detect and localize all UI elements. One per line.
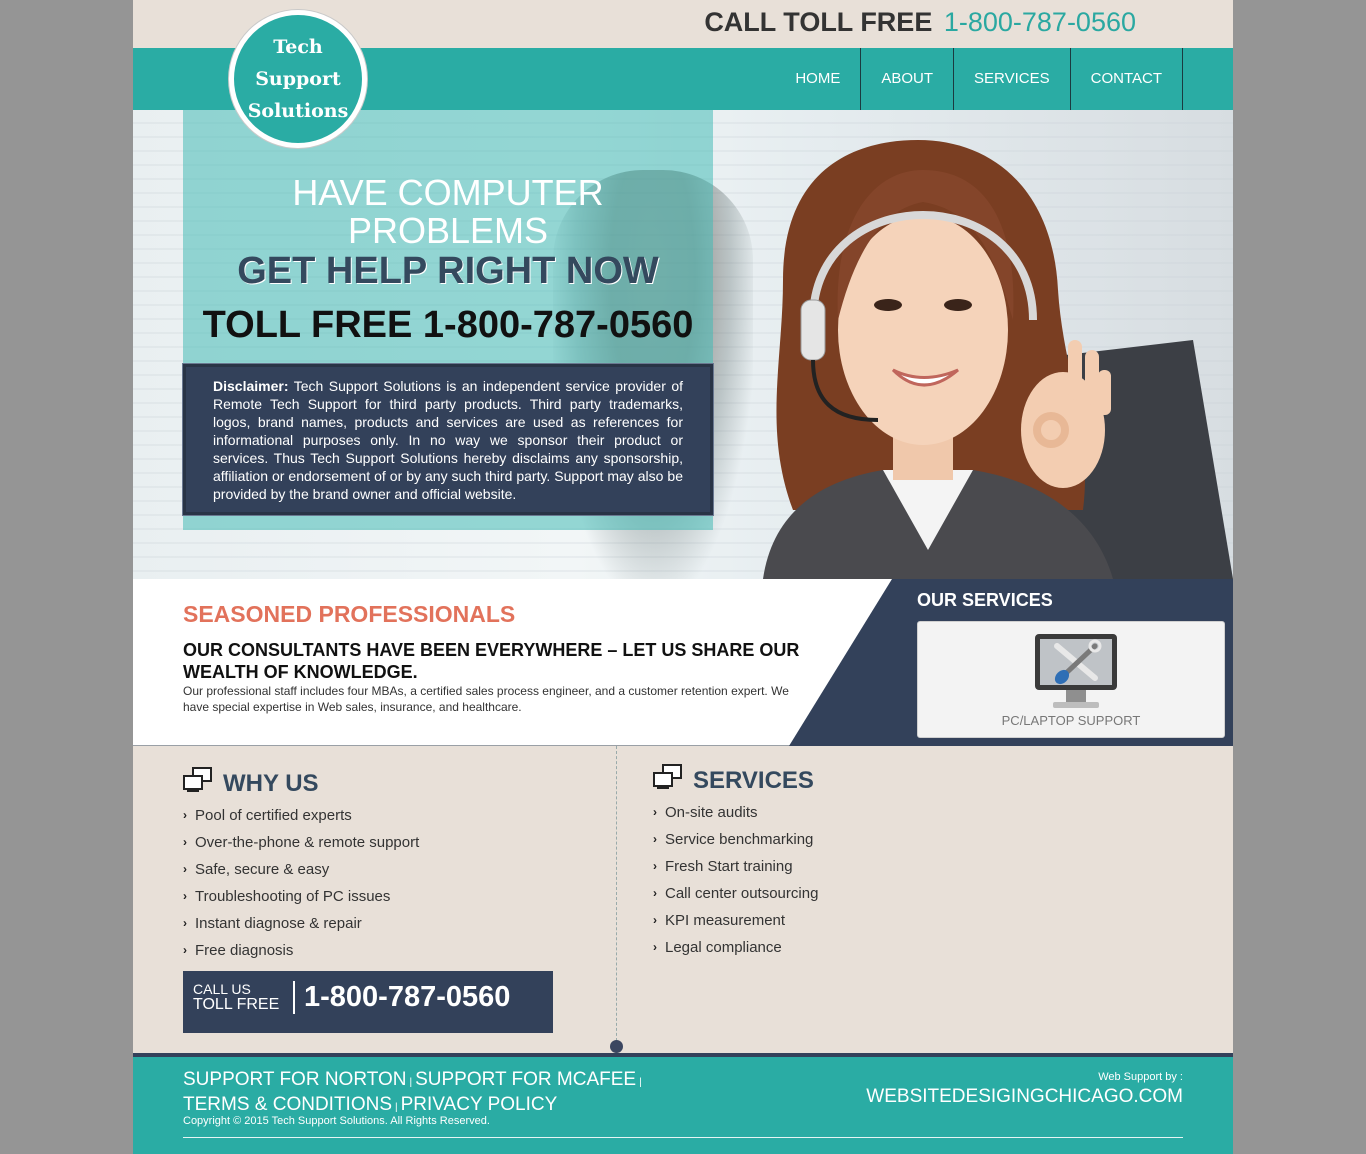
chevron-right-icon: › [183, 889, 187, 903]
list-item: › Over-the-phone & remote support [183, 829, 419, 856]
why-us-list: › Pool of certified experts › Over-the-pho… [183, 802, 419, 964]
disclaimer-text: Tech Support Solutions is an independent… [213, 378, 683, 502]
disclaimer-box: Disclaimer: Tech Support Solutions is an… [183, 364, 713, 515]
service-card-pc-laptop[interactable]: PC/LAPTOP SUPPORT [917, 621, 1225, 738]
nav-about[interactable]: ABOUT [861, 48, 955, 110]
footer-link-norton[interactable]: SUPPORT FOR NORTON [183, 1069, 406, 1090]
list-item: › Safe, secure & easy [183, 856, 419, 883]
footer-link-privacy[interactable]: PRIVACY POLICY [401, 1094, 558, 1115]
chevron-right-icon: › [653, 886, 657, 900]
our-services-title: OUR SERVICES [917, 590, 1053, 610]
list-item: › Fresh Start training [653, 853, 818, 880]
copyright: Copyright © 2015 Tech Support Solutions.… [183, 1115, 490, 1127]
disclaimer-label: Disclaimer: [213, 378, 289, 394]
professionals-strip: SEASONED PROFESSIONALS OUR CONSULTANTS H… [133, 579, 1233, 746]
chevron-right-icon: › [653, 832, 657, 846]
nav-home[interactable]: HOME [795, 48, 862, 110]
list-item: › Instant diagnose & repair [183, 910, 419, 937]
service-card-label: PC/LAPTOP SUPPORT [1001, 713, 1141, 728]
services-title: SERVICES [653, 764, 814, 797]
web-support-link[interactable]: WEBSITEDESIGINGCHICAGO.COM [866, 1086, 1183, 1108]
site-logo[interactable]: Tech Support Solutions [229, 10, 367, 148]
link-separator: | [409, 1077, 413, 1088]
link-separator: | [395, 1102, 398, 1113]
chevron-right-icon: › [653, 913, 657, 927]
main-nav: HOME ABOUT SERVICES CONTACT [795, 48, 1183, 110]
logo-line3: Solutions [247, 100, 349, 122]
site-footer: SUPPORT FOR NORTON | SUPPORT FOR MCAFEE | T… [133, 1053, 1233, 1154]
web-support-label: Web Support by : [1098, 1071, 1183, 1083]
list-item: › On-site audits [653, 799, 818, 826]
hero-subheadline: GET HELP RIGHT NOW [237, 250, 659, 292]
logo-line2: Support [255, 68, 341, 90]
divider [293, 981, 295, 1014]
chevron-right-icon: › [183, 808, 187, 822]
section-paragraph: Our professional staff includes four MBA… [183, 684, 789, 714]
column-divider [616, 746, 617, 1046]
footer-link-mcafee[interactable]: SUPPORT FOR MCAFEE [415, 1069, 636, 1090]
services-title-text: SERVICES [693, 766, 814, 794]
chevron-right-icon: › [183, 835, 187, 849]
list-item: › Troubleshooting of PC issues [183, 883, 419, 910]
footer-rule [183, 1137, 1183, 1138]
chevron-right-icon: › [183, 916, 187, 930]
chevron-right-icon: › [653, 940, 657, 954]
footer-links: SUPPORT FOR NORTON | SUPPORT FOR MCAFEE | T… [183, 1069, 645, 1119]
chevron-right-icon: › [653, 859, 657, 873]
list-item: › Free diagnosis [183, 937, 419, 964]
call-us-box[interactable]: CALL US TOLL FREE 1-800-787-0560 [183, 971, 553, 1033]
services-list: › On-site audits › Service benchmarking › F… [653, 799, 818, 961]
hero-headline: HAVE COMPUTER PROBLEMS [183, 174, 713, 250]
list-item: › Service benchmarking [653, 826, 818, 853]
section-heading: SEASONED PROFESSIONALS [183, 601, 516, 627]
call-us-phone[interactable]: 1-800-787-0560 [304, 981, 510, 1014]
header-phone-link[interactable]: 1-800-787-0560 [944, 7, 1136, 37]
section-subheading: OUR CONSULTANTS HAVE BEEN EVERYWHERE – L… [183, 640, 800, 682]
hero-headline-line1: HAVE COMPUTER [292, 172, 604, 213]
support-agent-image [763, 140, 1233, 579]
hero-toll-free-number[interactable]: TOLL FREE 1-800-787-0560 [183, 304, 713, 347]
hero-headline-line2: PROBLEMS [347, 210, 549, 251]
computers-icon [183, 767, 213, 800]
list-item: › Pool of certified experts [183, 802, 419, 829]
nav-services[interactable]: SERVICES [954, 48, 1071, 110]
chevron-right-icon: › [183, 862, 187, 876]
computers-icon [653, 764, 683, 797]
chevron-right-icon: › [653, 805, 657, 819]
logo-line1: Tech [273, 36, 323, 58]
call-us-label: CALL US [193, 981, 251, 997]
list-item: › KPI measurement [653, 907, 818, 934]
page: CALL TOLL FREE 1-800-787-0560 HOME ABOUT… [133, 0, 1233, 1154]
why-us-title-text: WHY US [223, 769, 319, 797]
hero-banner: HAVE COMPUTER PROBLEMS GET HELP RIGHT NO… [133, 110, 1233, 579]
toll-free-label: TOLL FREE [193, 996, 280, 1013]
why-us-title: WHY US [183, 767, 319, 800]
chevron-right-icon: › [183, 943, 187, 957]
header-toll-free: CALL TOLL FREE 1-800-787-0560 [704, 7, 1136, 38]
monitor-tools-icon [1035, 634, 1117, 708]
footer-link-terms[interactable]: TERMS & CONDITIONS [183, 1094, 392, 1115]
toll-label: CALL TOLL FREE [704, 7, 933, 37]
divider-dot [610, 1040, 623, 1053]
list-item: › Call center outsourcing [653, 880, 818, 907]
link-separator: | [639, 1077, 642, 1088]
list-item: › Legal compliance [653, 934, 818, 961]
nav-contact[interactable]: CONTACT [1071, 48, 1183, 110]
